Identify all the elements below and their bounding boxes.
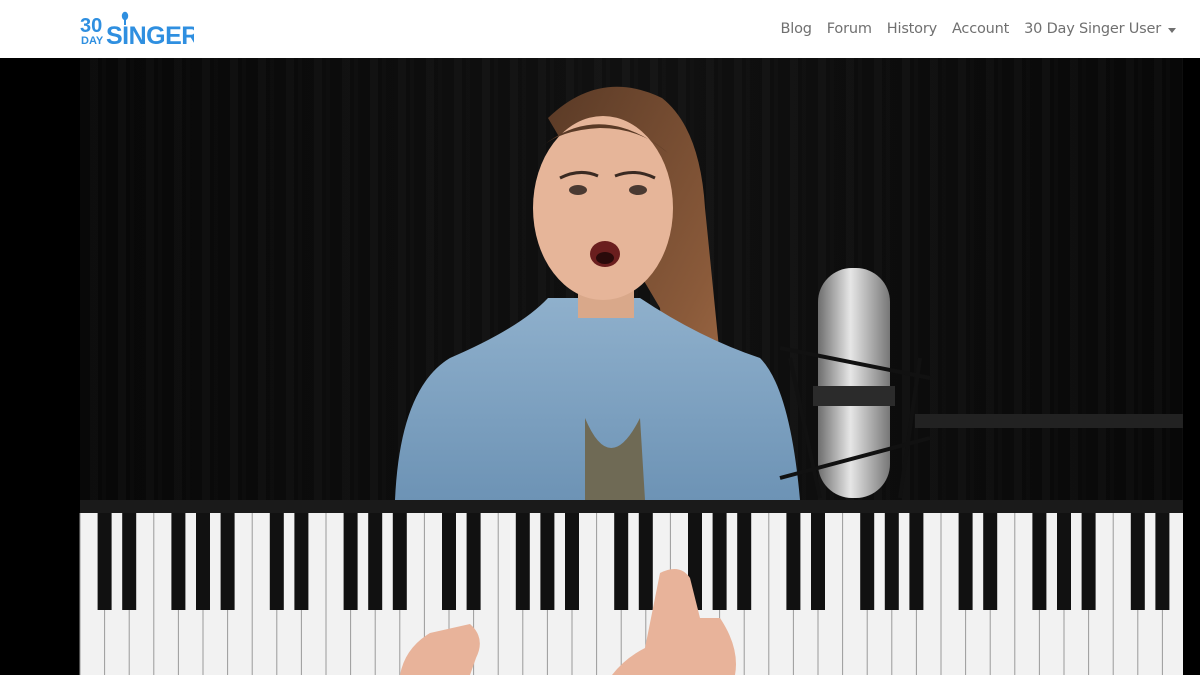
- black-key: [122, 513, 137, 610]
- black-key: [1130, 513, 1145, 610]
- black-key: [540, 513, 555, 610]
- black-key: [958, 513, 973, 610]
- black-key: [466, 513, 481, 610]
- logo-number: 30: [80, 15, 102, 37]
- nav-link-blog[interactable]: Blog: [781, 21, 812, 37]
- black-key: [811, 513, 825, 610]
- black-key: [171, 513, 186, 610]
- logo-day: DAY: [81, 35, 104, 47]
- user-menu-dropdown[interactable]: 30 Day Singer User: [1024, 21, 1176, 37]
- black-key: [343, 513, 358, 610]
- chevron-down-icon: [1168, 27, 1176, 33]
- black-key: [269, 513, 284, 610]
- black-key: [442, 513, 456, 610]
- black-key: [515, 513, 530, 610]
- black-key: [786, 513, 801, 610]
- nav-link-forum[interactable]: Forum: [827, 21, 872, 37]
- nav-menu: Blog Forum History Account 30 Day Singer…: [781, 0, 1176, 58]
- black-key: [392, 513, 407, 610]
- black-key: [220, 513, 235, 610]
- nav-link-account[interactable]: Account: [952, 21, 1009, 37]
- black-key: [614, 513, 629, 610]
- black-key: [1032, 513, 1047, 610]
- black-key: [983, 513, 998, 610]
- video-frame: [79, 58, 1183, 675]
- logo-word: SINGER: [106, 22, 194, 48]
- site-logo[interactable]: 30 DAY SINGER: [80, 10, 194, 48]
- black-key: [860, 513, 875, 610]
- black-key: [97, 513, 112, 610]
- lesson-video[interactable]: [0, 58, 1200, 675]
- black-key: [1057, 513, 1071, 610]
- black-key: [737, 513, 752, 610]
- black-key: [368, 513, 383, 610]
- black-key: [638, 513, 653, 610]
- user-menu-label: 30 Day Singer User: [1024, 21, 1161, 37]
- black-key: [712, 513, 727, 610]
- black-key: [1081, 513, 1096, 610]
- black-key: [884, 513, 899, 610]
- black-key: [1155, 513, 1170, 610]
- black-key: [565, 513, 579, 610]
- black-key: [294, 513, 309, 610]
- piano-keyboard: [79, 500, 1183, 675]
- black-key: [909, 513, 924, 610]
- nav-link-history[interactable]: History: [887, 21, 937, 37]
- black-key: [196, 513, 210, 610]
- top-navbar: 30 DAY SINGER Blog Forum History Account…: [0, 0, 1200, 58]
